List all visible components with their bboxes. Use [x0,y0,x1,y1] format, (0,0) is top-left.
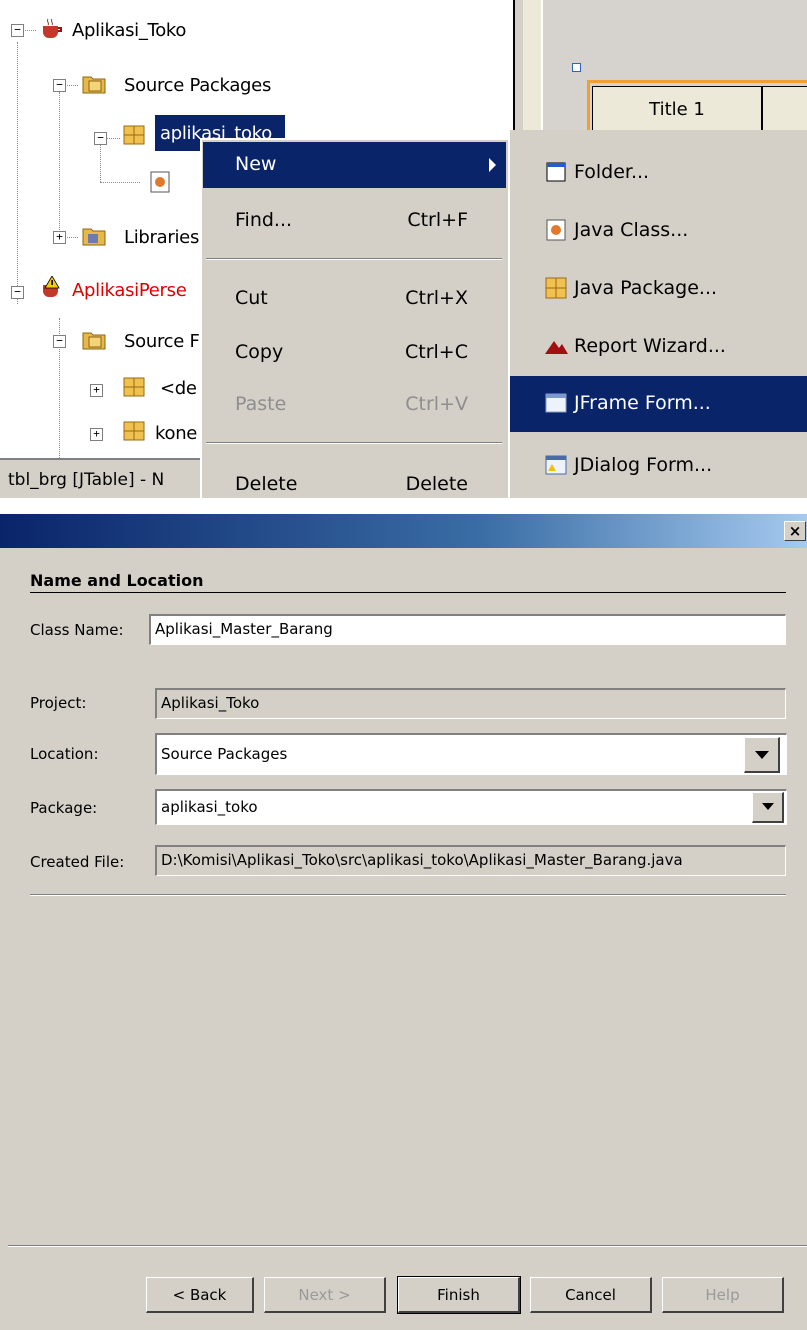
jdialog-form-icon [545,455,567,475]
report-wizard-icon [545,341,568,354]
submenu-item-java-package[interactable]: Java Package... [510,261,807,317]
tree-project-aplikasiperse[interactable]: AplikasiPerse [72,272,187,308]
collapse-icon[interactable]: − [11,286,24,299]
menu-shortcut: Ctrl+V [405,393,468,415]
expand-icon[interactable]: + [90,384,103,397]
tree-line [22,30,36,31]
project-label: Project: [30,694,87,712]
submenu-item-label: JDialog Form... [574,454,713,476]
java-file-icon [150,171,170,193]
tree-libraries[interactable]: Libraries [124,219,199,255]
menu-item-copy[interactable]: Copy Ctrl+C [203,330,506,376]
menu-shortcut: Delete [405,473,468,495]
package-dropdown-button[interactable] [752,792,784,823]
tree-source-packages[interactable]: Source Packages [124,67,271,103]
submenu-item-label: Folder... [574,161,650,183]
status-text: tbl_brg [JTable] - N [8,470,165,490]
menu-shortcut: Ctrl+C [405,341,468,363]
package-icon [123,125,145,145]
menu-shortcut: Ctrl+X [405,287,468,309]
project-cup-icon [43,18,62,38]
folder-icon [546,162,566,182]
java-package-icon [545,277,567,299]
dialog-gap [0,498,807,514]
submenu-item-label: Report Wizard... [574,335,726,357]
source-packages-icon [82,76,106,94]
package-icon [123,377,145,397]
submenu-item-folder[interactable]: Folder... [510,145,807,201]
menu-shortcut: Ctrl+F [407,209,468,231]
back-button[interactable]: < Back [146,1277,254,1313]
submenu-item-java-class[interactable]: Java Class... [510,203,807,259]
menu-item-find[interactable]: Find... Ctrl+F [203,198,506,244]
table-column-header-title2[interactable] [762,86,807,132]
help-button: Help [662,1277,784,1313]
cancel-button[interactable]: Cancel [530,1277,652,1313]
collapse-icon[interactable]: − [53,79,66,92]
expand-icon[interactable]: + [90,428,103,441]
tree-line [17,42,18,304]
jframe-form-icon [545,393,567,413]
submenu-item-label: Java Package... [574,277,718,299]
project-field: Aplikasi_Toko [155,688,786,719]
menu-item-cut[interactable]: Cut Ctrl+X [203,276,506,322]
location-label: Location: [30,745,99,763]
libraries-icon [82,228,106,246]
package-combo[interactable]: aplikasi_toko [155,789,787,825]
dialog-titlebar[interactable] [0,514,807,548]
section-title: Name and Location [30,571,204,590]
finish-button[interactable]: Finish [397,1276,521,1314]
button-bar-divider [8,1245,807,1247]
tree-line [64,237,78,238]
menu-separator [206,442,502,444]
chevron-down-icon [754,750,769,759]
table-column-header-title1[interactable]: Title 1 [592,86,762,132]
collapse-icon[interactable]: − [94,132,107,145]
location-combo[interactable]: Source Packages [155,733,787,775]
close-button[interactable]: × [784,521,806,541]
class-name-input[interactable]: Aplikasi_Master_Barang [149,614,786,645]
package-label: Package: [30,799,98,817]
created-file-field: D:\Komisi\Aplikasi_Toko\src\aplikasi_tok… [155,845,786,876]
submenu-item-label: Java Class... [574,219,689,241]
tree-line [59,92,60,240]
tree-source-packages-2[interactable]: Source F [124,323,200,359]
java-class-icon [546,219,566,241]
menu-item-label: Paste [235,393,287,415]
submenu-item-jframe-form[interactable]: JFrame Form... [510,376,807,432]
created-file-label: Created File: [30,853,125,871]
chevron-down-icon [761,803,774,810]
package-icon [123,421,145,441]
expand-icon[interactable]: + [53,231,66,244]
section-divider [30,592,786,593]
tree-line [100,142,101,182]
menu-item-paste: Paste Ctrl+V [203,382,506,428]
tree-package-koneksi[interactable]: kone [155,415,197,451]
menu-item-label: New [235,153,277,175]
tree-package-default[interactable]: <de [160,370,197,406]
menu-item-label: Copy [235,341,284,363]
tree-line [106,138,120,139]
tree-project-aplikasi-toko[interactable]: Aplikasi_Toko [72,12,186,48]
project-warning-icon [43,276,60,297]
menu-item-label: Find... [235,209,293,231]
divider [30,894,786,896]
submenu-item-report-wizard[interactable]: Report Wizard... [510,319,807,375]
menu-separator [206,258,502,260]
class-name-label: Class Name: [30,621,124,639]
tree-line [64,85,78,86]
collapse-icon[interactable]: − [11,24,24,37]
menu-item-new[interactable]: New [203,142,506,188]
submenu-item-label: JFrame Form... [574,392,711,414]
location-dropdown-button[interactable] [744,737,780,773]
next-button: Next > [264,1277,386,1313]
resize-handle[interactable] [572,63,581,72]
source-packages-icon [82,332,106,350]
collapse-icon[interactable]: − [53,335,66,348]
submenu-arrow-icon [489,158,496,172]
menu-item-label: Delete [235,473,298,495]
menu-item-label: Cut [235,287,268,309]
submenu-item-jdialog-form[interactable]: JDialog Form... [510,438,807,494]
tree-line [100,182,140,183]
